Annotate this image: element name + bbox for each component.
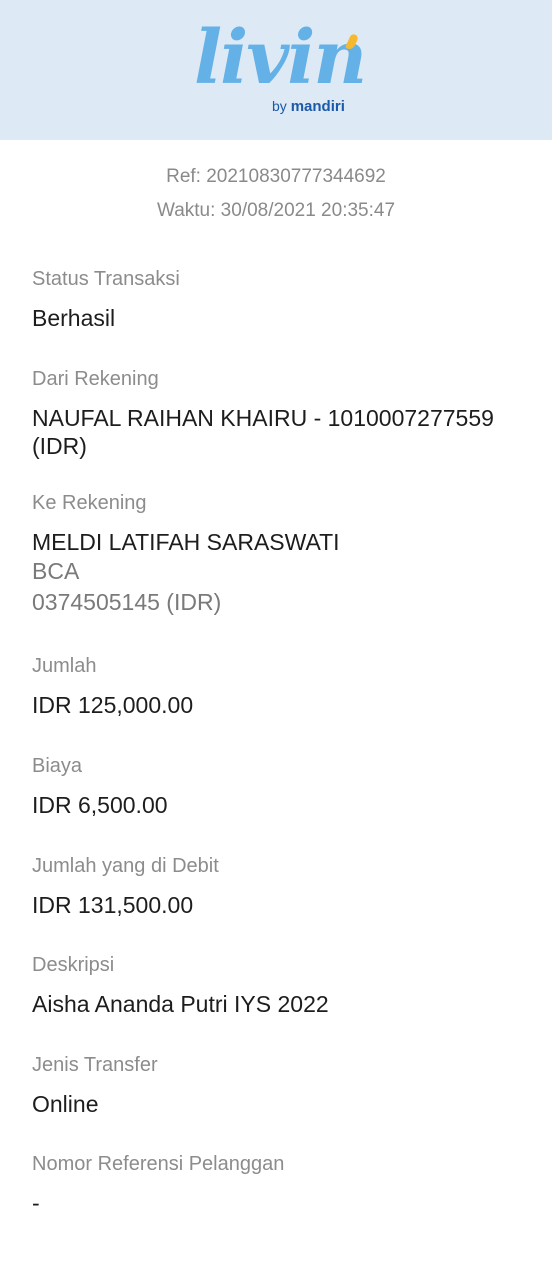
field-value: - <box>32 1190 40 1216</box>
field-label: Nomor Referensi Pelanggan <box>32 1153 285 1175</box>
field-transfer-type: Jenis Transfer Online <box>32 1052 532 1118</box>
field-value: IDR 125,000.00 <box>32 692 194 718</box>
field-fee: Biaya IDR 6,500.00 <box>32 753 532 819</box>
field-label: Deskripsi <box>32 954 115 976</box>
logo-wordmark: livin <box>194 15 367 101</box>
field-debit-amount: Jumlah yang di Debit IDR 131,500.00 <box>32 853 532 919</box>
field-value: IDR 6,500.00 <box>32 792 168 818</box>
logo-byline: by mandiri <box>272 98 345 115</box>
reference-number: Ref: 20210830777344692 <box>166 166 386 187</box>
field-status: Status Transaksi Berhasil <box>32 266 532 332</box>
field-value: Aisha Ananda Putri IYS 2022 <box>32 991 329 1017</box>
field-label: Status Transaksi <box>32 268 180 290</box>
field-value: NAUFAL RAIHAN KHAIRU - 1010007277559 (ID… <box>32 405 494 459</box>
field-label: Jumlah <box>32 655 97 677</box>
field-value: MELDI LATIFAH SARASWATI <box>32 529 340 555</box>
livin-logo: livin by mandiri <box>190 18 370 123</box>
field-amount: Jumlah IDR 125,000.00 <box>32 653 532 719</box>
field-to-account: Ke Rekening MELDI LATIFAH SARASWATI BCA … <box>32 490 532 618</box>
logo-by-text: by <box>272 98 287 114</box>
field-label: Biaya <box>32 755 83 777</box>
transaction-time: Waktu: 30/08/2021 20:35:47 <box>156 200 396 221</box>
app-header: livin by mandiri <box>0 0 552 140</box>
field-label: Ke Rekening <box>32 492 147 514</box>
field-label: Jenis Transfer <box>32 1054 158 1076</box>
field-from-account: Dari Rekening NAUFAL RAIHAN KHAIRU - 101… <box>32 366 532 460</box>
field-label: Dari Rekening <box>32 368 159 390</box>
field-value: IDR 131,500.00 <box>32 892 194 918</box>
field-description: Deskripsi Aisha Ananda Putri IYS 2022 <box>32 952 532 1018</box>
recipient-bank: BCA <box>32 558 80 584</box>
field-value: Online <box>32 1091 99 1117</box>
logo-brand-text: mandiri <box>290 98 345 115</box>
field-label: Jumlah yang di Debit <box>32 855 219 877</box>
field-value: Berhasil <box>32 305 116 331</box>
recipient-account: 0374505145 (IDR) <box>32 589 222 615</box>
field-customer-reference: Nomor Referensi Pelanggan - <box>32 1151 532 1217</box>
